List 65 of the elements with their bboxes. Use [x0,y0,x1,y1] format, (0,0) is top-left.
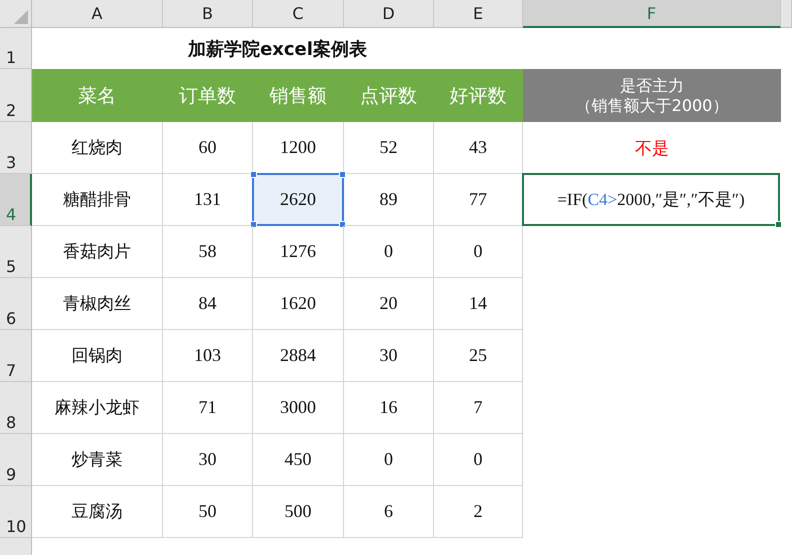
table-cell[interactable]: 30 [163,434,253,486]
table-cell[interactable]: 14 [434,278,523,330]
column-header[interactable]: C [253,0,344,28]
table-cell[interactable]: 豆腐汤 [32,486,163,538]
row-header[interactable]: 6 [0,278,32,330]
table-cell[interactable]: 青椒肉丝 [32,278,163,330]
row-header[interactable]: 9 [0,434,32,486]
row-header[interactable] [0,538,32,555]
selected-cell[interactable]: 2620 [252,173,344,226]
table-cell[interactable]: 0 [434,434,523,486]
table-cell[interactable]: 7 [434,382,523,434]
result-text: 不是 [635,138,669,160]
table-cell[interactable]: 58 [163,226,253,278]
column-header[interactable]: D [344,0,434,28]
table-cell[interactable]: 2 [434,486,523,538]
table-cell[interactable]: 50 [163,486,253,538]
table-cell[interactable]: 麻辣小龙虾 [32,382,163,434]
row-header[interactable]: 2 [0,69,32,122]
header-cell: 订单数 [163,69,253,122]
table-cell[interactable]: 52 [344,122,434,174]
row-header[interactable]: 3 [0,122,32,174]
formula-cell[interactable]: =IF(C4>2000,″是″,″不是″) [522,173,780,226]
table-cell[interactable]: 0 [434,226,523,278]
table-cell[interactable]: 25 [434,330,523,382]
table-cell[interactable]: 450 [253,434,344,486]
table-cell[interactable]: 71 [163,382,253,434]
column-header[interactable]: B [163,0,253,28]
row-header[interactable]: 10 [0,486,32,538]
header-cell: 好评数 [434,69,523,122]
row-header[interactable]: 5 [0,226,32,278]
row-header[interactable]: 1 [0,28,32,69]
table-cell[interactable]: 43 [434,122,523,174]
table-cell[interactable]: 500 [253,486,344,538]
table-cell[interactable]: 0 [344,226,434,278]
column-header[interactable]: F [523,0,781,28]
table-cell[interactable]: 20 [344,278,434,330]
table-cell[interactable]: 3000 [253,382,344,434]
table-cell[interactable]: 红烧肉 [32,122,163,174]
header-cell: 点评数 [344,69,434,122]
column-header[interactable] [781,0,792,28]
table-cell[interactable]: 糖醋排骨 [32,174,163,226]
row-header[interactable]: 4 [0,174,32,226]
header-cell: 菜名 [32,69,163,122]
header-text: （销售额大于2000） [576,96,728,116]
column-header[interactable]: E [434,0,523,28]
table-cell[interactable]: 84 [163,278,253,330]
table-cell[interactable]: 2884 [253,330,344,382]
row-header[interactable]: 8 [0,382,32,434]
table-cell[interactable]: 103 [163,330,253,382]
table-cell[interactable]: 0 [344,434,434,486]
table-cell[interactable]: 回锅肉 [32,330,163,382]
table-cell[interactable]: 30 [344,330,434,382]
row-header[interactable]: 7 [0,330,32,382]
table-cell[interactable]: 6 [344,486,434,538]
column-header[interactable]: A [32,0,163,28]
sheet-title: 加薪学院excel案例表 [188,38,367,60]
header-text: 是否主力 [620,76,684,96]
header-cell: 销售额 [253,69,344,122]
table-cell[interactable]: 16 [344,382,434,434]
table-cell[interactable]: 1276 [253,226,344,278]
table-cell[interactable]: 89 [344,174,434,226]
table-cell[interactable]: 1620 [253,278,344,330]
table-cell[interactable]: 香菇肉片 [32,226,163,278]
table-cell[interactable]: 77 [434,174,523,226]
table-cell[interactable]: 炒青菜 [32,434,163,486]
